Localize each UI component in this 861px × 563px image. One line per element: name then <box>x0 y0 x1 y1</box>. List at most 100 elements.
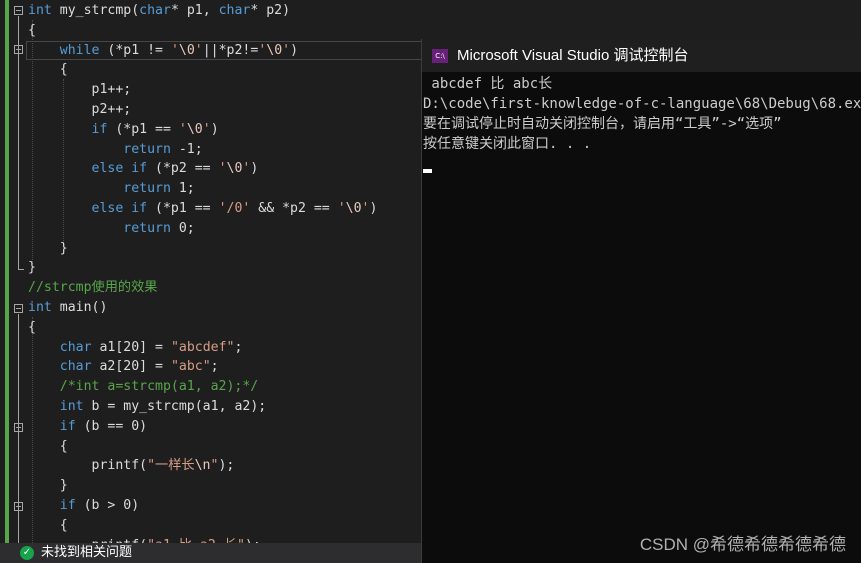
code-token: a1[20] = <box>91 339 171 355</box>
code-line[interactable]: { <box>28 516 68 535</box>
console-title: Microsoft Visual Studio 调试控制台 <box>457 47 689 64</box>
code-token: ; <box>234 339 243 355</box>
code-token: { <box>28 62 68 78</box>
console-output-line: 要在调试停止时自动关闭控制台，请启用“工具”->“选项” <box>423 116 782 132</box>
code-token: int <box>59 399 84 414</box>
code-token: ' <box>202 121 211 137</box>
status-issues-text[interactable]: 未找到相关问题 <box>41 543 132 563</box>
code-line[interactable]: int my_strcmp(char* p1, char* p2) <box>28 1 290 20</box>
fold-toggle-if-equal[interactable] <box>14 423 23 432</box>
code-line[interactable]: return 1; <box>28 179 195 198</box>
code-line[interactable]: printf("一样长\n"); <box>28 456 235 475</box>
code-token: } <box>28 260 36 276</box>
code-line[interactable]: //strcmp使用的效果 <box>28 278 157 297</box>
debug-console-window[interactable]: C:\ Microsoft Visual Studio 调试控制台 abcdef… <box>421 39 861 563</box>
code-token: } <box>28 478 68 494</box>
code-token: /*int a=strcmp(a1, a2);*/ <box>28 379 259 395</box>
code-line[interactable]: } <box>28 258 36 277</box>
code-line[interactable]: { <box>28 21 36 40</box>
code-token: { <box>28 438 68 454</box>
code-token: return <box>123 181 171 197</box>
fold-end <box>18 269 24 270</box>
fold-toggle-while[interactable] <box>14 45 23 54</box>
code-token: (*p1 == <box>147 201 219 216</box>
code-token: b = my_strcmp(a1, a2); <box>83 399 267 414</box>
code-token: return <box>123 220 171 236</box>
code-line[interactable]: int b = my_strcmp(a1, a2); <box>28 397 266 416</box>
code-line[interactable]: p1++; <box>28 80 132 99</box>
code-token: ; <box>210 359 219 375</box>
code-line[interactable]: char a2[20] = "abc"; <box>28 357 219 376</box>
code-token: printf( <box>28 458 148 474</box>
code-line[interactable]: if (b > 0) <box>28 496 139 515</box>
code-token: (*p1 == <box>107 121 179 137</box>
code-token: 1; <box>170 181 195 197</box>
code-token: ) <box>290 42 299 58</box>
code-token: '/0' <box>218 201 251 216</box>
code-token: p1++; <box>28 82 132 98</box>
code-token: char <box>59 339 92 355</box>
code-line[interactable]: { <box>28 60 68 79</box>
code-line[interactable]: char a1[20] = "abcdef"; <box>28 338 243 357</box>
code-token: while <box>59 42 100 58</box>
code-line[interactable]: } <box>28 476 68 495</box>
code-line[interactable]: return -1; <box>28 140 202 159</box>
fold-toggle-main[interactable] <box>14 304 23 313</box>
fold-toggle-if-greater[interactable] <box>14 502 23 511</box>
code-token: if <box>59 418 76 434</box>
code-token: * p2) <box>250 3 291 18</box>
fold-toggle-my-strcmp[interactable] <box>14 6 23 15</box>
console-output-line: D:\code\first-knowledge-of-c-language\68… <box>423 96 861 112</box>
code-token: { <box>28 319 36 335</box>
code-line[interactable]: if (*p1 == '\0') <box>28 120 219 139</box>
console-text-cursor <box>423 169 432 173</box>
code-line[interactable]: else if (*p1 == '/0' && *p2 == '\0') <box>28 199 378 218</box>
code-line[interactable]: else if (*p2 == '\0') <box>28 159 259 178</box>
code-token: if <box>91 121 108 137</box>
code-token: ||*p2!= <box>202 42 259 58</box>
code-line[interactable]: printf("a1 比 a2 长"); <box>28 536 261 543</box>
code-line[interactable]: /*int a=strcmp(a1, a2);*/ <box>28 377 259 396</box>
code-token: \0 <box>345 201 362 216</box>
code-line[interactable]: } <box>28 239 68 258</box>
code-token: ' <box>337 201 346 216</box>
code-token: { <box>28 22 36 38</box>
code-token: a2[20] = <box>91 359 171 375</box>
code-token: ) <box>369 201 378 216</box>
code-line[interactable]: p2++; <box>28 100 132 119</box>
code-line[interactable]: { <box>28 437 68 456</box>
code-token: char <box>218 3 251 18</box>
check-circle-icon[interactable]: ✓ <box>20 546 34 560</box>
code-token: int <box>28 3 52 18</box>
code-line[interactable]: while (*p1 != '\0'||*p2!='\0') <box>28 41 298 60</box>
code-line[interactable]: if (b == 0) <box>28 417 147 436</box>
code-token: else if <box>91 161 148 177</box>
code-token: (*p1 != <box>99 42 171 58</box>
code-token: //strcmp使用的效果 <box>28 280 158 296</box>
code-token: (b > 0) <box>75 498 140 513</box>
code-token: "abcdef" <box>170 339 235 355</box>
code-token: ) <box>250 161 259 177</box>
code-line[interactable]: { <box>28 318 36 337</box>
code-token: { <box>28 517 68 533</box>
code-line[interactable]: return 0; <box>28 219 194 238</box>
changes-margin <box>5 0 9 543</box>
code-token: p2++; <box>28 102 132 117</box>
code-line[interactable]: int main() <box>28 298 107 317</box>
code-token: \n <box>194 458 211 474</box>
code-token: ' <box>218 161 227 177</box>
code-token: my_strcmp( <box>51 3 140 18</box>
csdn-watermark: CSDN @希德希德希德希德 <box>639 535 846 554</box>
console-title-bar[interactable]: C:\ Microsoft Visual Studio 调试控制台 <box>422 39 861 72</box>
code-token: char <box>139 3 171 18</box>
code-token: if <box>59 498 76 513</box>
code-token: \0 <box>266 42 283 58</box>
code-token: ' <box>178 121 187 137</box>
